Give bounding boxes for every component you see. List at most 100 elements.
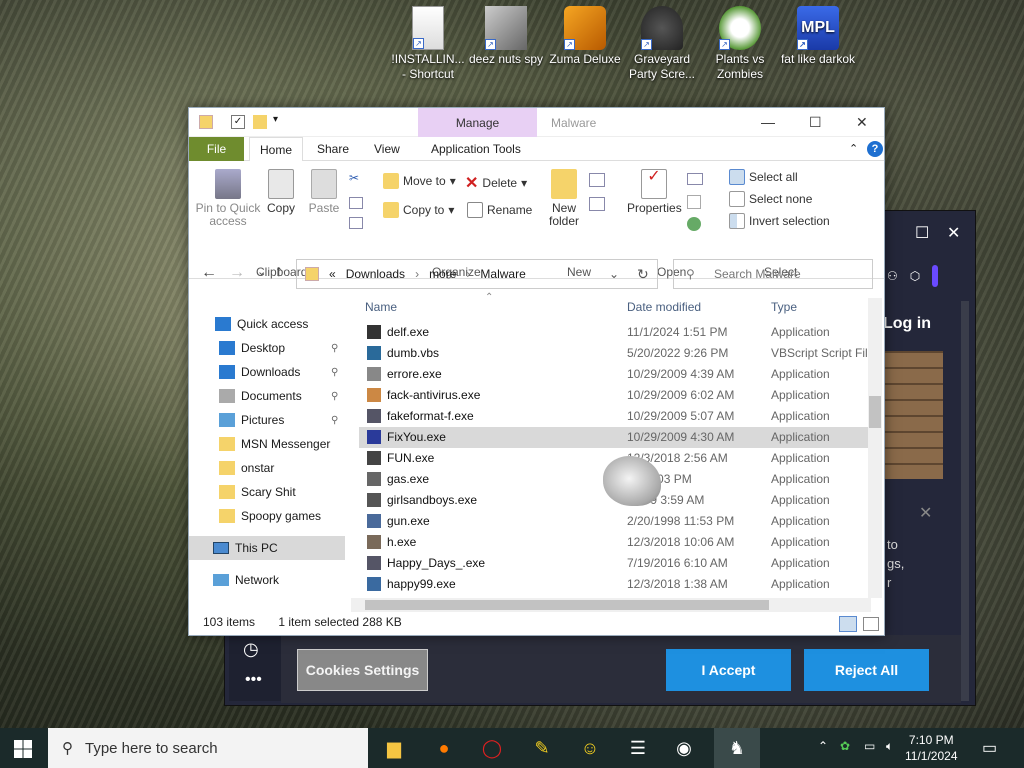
copy-to-button[interactable]: Copy to ▾ [383, 202, 454, 218]
checkmark-icon[interactable]: ✓ [231, 115, 245, 129]
close-icon[interactable]: ✕ [947, 223, 960, 243]
table-row[interactable]: fakeformat-f.exe 10/29/2009 5:07 AM Applic… [359, 406, 869, 427]
steam-icon[interactable]: ◉ [668, 732, 700, 764]
dropdown-icon[interactable]: ▾ [273, 114, 278, 125]
manage-tab-header[interactable]: Manage [418, 108, 537, 137]
desktop-icon-zuma[interactable]: ↗ Zuma Deluxe [545, 6, 625, 67]
smiley-icon[interactable]: ☺ [574, 732, 606, 764]
nav-item[interactable]: Scary Shit [189, 480, 349, 504]
chevron-up-icon[interactable]: ⌃ [818, 739, 828, 753]
nav-item-this-pc[interactable]: This PC [189, 536, 345, 560]
horizontal-scrollbar[interactable] [351, 598, 871, 612]
nav-item[interactable]: Quick access [189, 312, 349, 336]
tab-application-tools[interactable]: Application Tools [421, 137, 531, 161]
table-row[interactable]: happy99.exe 12/3/2018 1:38 AM Application [359, 574, 869, 595]
active-app-icon[interactable]: ♞ [714, 728, 760, 768]
pencil-app-icon[interactable]: ✎ [526, 732, 558, 764]
tray-app-icon[interactable]: ✿ [840, 739, 850, 753]
table-row[interactable]: delf.exe 11/1/2024 1:51 PM Application [359, 322, 869, 343]
file-explorer-taskbar-icon[interactable]: ▆ [378, 732, 410, 764]
extension-icon[interactable]: ⬡ [910, 269, 920, 283]
new-item-icon[interactable] [589, 173, 605, 187]
history-icon[interactable] [687, 217, 701, 231]
tab-share[interactable]: Share [307, 137, 359, 161]
reject-button[interactable]: Reject All [804, 649, 929, 691]
paste-button[interactable]: Paste [307, 169, 341, 215]
large-icons-view-icon[interactable] [863, 617, 879, 631]
select-none-button[interactable]: Select none [729, 191, 812, 207]
address-bar[interactable]: « Downloads › more › Malware ⌄ ↻ [296, 259, 658, 289]
back-arrow-icon[interactable]: ← [201, 264, 217, 282]
column-type[interactable]: Type [771, 300, 797, 314]
desktop-icon-graveyard[interactable]: ↗ Graveyard Party Scre... [622, 6, 702, 82]
login-link[interactable]: Log in [883, 315, 931, 333]
list-app-icon[interactable]: ☰ [622, 732, 654, 764]
refresh-icon[interactable]: ↻ [637, 266, 649, 283]
clock-icon[interactable]: ◷ [243, 639, 259, 660]
breadcrumb-more[interactable]: more [429, 267, 456, 281]
folder-icon[interactable] [253, 115, 267, 129]
chevron-down-icon[interactable]: ⌄ [609, 267, 619, 281]
opera-icon[interactable]: ◯ [476, 732, 508, 764]
nav-item[interactable]: Downloads ⚲ [189, 360, 349, 384]
tab-view[interactable]: View [364, 137, 410, 161]
close-icon[interactable]: ✕ [919, 503, 932, 523]
column-date[interactable]: Date modified [627, 300, 701, 314]
breadcrumb-malware[interactable]: Malware [480, 267, 525, 281]
minimize-icon[interactable]: — [761, 114, 775, 130]
nav-item[interactable]: MSN Messenger [189, 432, 349, 456]
maximize-icon[interactable]: ☐ [809, 114, 822, 131]
account-icon[interactable]: ⚇ [887, 269, 898, 283]
nav-item[interactable]: Documents ⚲ [189, 384, 349, 408]
move-to-button[interactable]: Move to ▾ [383, 173, 456, 189]
nav-item[interactable]: Pictures ⚲ [189, 408, 349, 432]
open-icon[interactable] [687, 173, 703, 185]
windows-start-icon[interactable] [14, 740, 32, 758]
copy-button[interactable]: Copy [265, 169, 297, 215]
taskbar-clock[interactable]: 7:10 PM 11/1/2024 [905, 732, 958, 764]
edit-icon[interactable] [687, 195, 701, 209]
desktop-icon-pvz[interactable]: ↗ Plants vs Zombies [700, 6, 780, 82]
nav-item[interactable]: onstar [189, 456, 349, 480]
rename-button[interactable]: Rename [467, 202, 532, 218]
properties-button[interactable]: ✓ Properties [627, 169, 682, 215]
table-row[interactable]: fack-antivirus.exe 10/29/2009 6:02 AM Appl… [359, 385, 869, 406]
search-input[interactable]: ⚲ Search Malware [673, 259, 873, 289]
cookies-settings-button[interactable]: Cookies Settings [297, 649, 428, 691]
cut-icon[interactable]: ✂ [349, 171, 359, 185]
firefox-icon[interactable]: ● [428, 732, 460, 764]
pin-icon[interactable]: ⚲ [331, 367, 338, 378]
table-row[interactable]: errore.exe 10/29/2009 4:39 AM Application [359, 364, 869, 385]
notification-icon[interactable]: ▭ [982, 738, 997, 758]
easy-access-icon[interactable] [589, 197, 605, 211]
up-arrow-icon[interactable]: ↑ [275, 263, 283, 281]
table-row[interactable]: FixYou.exe 10/29/2009 4:30 AM Application [359, 427, 869, 448]
nav-item-network[interactable]: Network [189, 568, 345, 592]
taskbar-search[interactable]: ⚲ Type here to search [48, 728, 368, 768]
nav-item[interactable]: Spoopy games [189, 504, 349, 528]
details-view-icon[interactable] [839, 616, 857, 632]
desktop-icon-darkok[interactable]: MPL ↗ fat like darkok [778, 6, 858, 67]
pin-quick-access-button[interactable]: Pin to Quick access [195, 169, 261, 228]
invert-selection-button[interactable]: Invert selection [729, 213, 830, 229]
copy-path-icon[interactable] [349, 197, 363, 209]
table-row[interactable]: Happy_Days_.exe 7/19/2016 6:10 AM Applicat… [359, 553, 869, 574]
pin-icon[interactable]: ⚲ [331, 391, 338, 402]
nav-item[interactable]: Desktop ⚲ [189, 336, 349, 360]
network-tray-icon[interactable]: ▭ [864, 739, 875, 753]
new-folder-button[interactable]: New folder [545, 169, 583, 228]
breadcrumb-downloads[interactable]: Downloads [346, 267, 405, 281]
help-icon[interactable]: ? [867, 141, 883, 157]
paste-shortcut-icon[interactable] [349, 217, 363, 229]
column-name[interactable]: Name [365, 300, 397, 314]
maximize-icon[interactable]: ☐ [915, 223, 929, 243]
recent-dropdown-icon[interactable]: ⌄ [257, 265, 266, 278]
tab-home[interactable]: Home [249, 137, 304, 161]
table-row[interactable]: gun.exe 2/20/1998 11:53 PM Application [359, 511, 869, 532]
tab-file[interactable]: File [189, 137, 244, 161]
volume-icon[interactable]: 🔈︎ [886, 739, 893, 754]
accept-button[interactable]: I Accept [666, 649, 791, 691]
more-icon[interactable]: ••• [245, 671, 262, 689]
desktop-icon-deez[interactable]: ↗ deez nuts spy [466, 6, 546, 67]
scrollbar[interactable] [961, 301, 969, 701]
